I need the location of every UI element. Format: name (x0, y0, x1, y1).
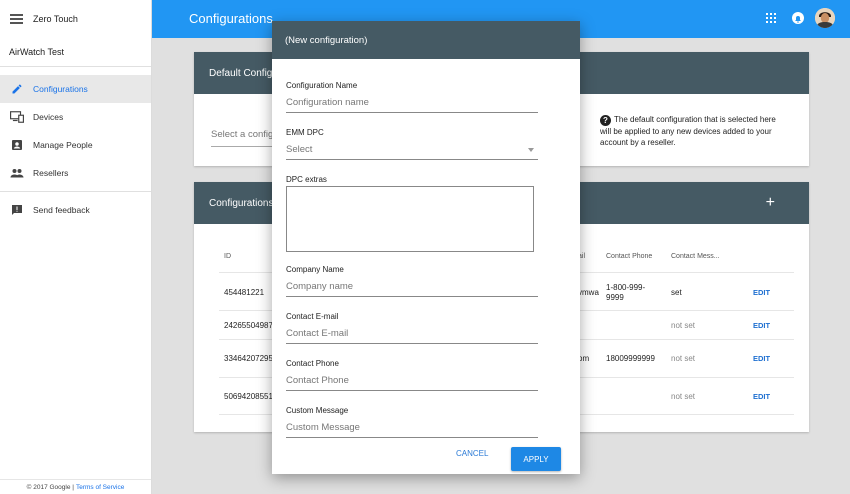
help-icon: ? (600, 115, 611, 126)
devices-icon (10, 110, 24, 124)
table-row-message: not set (671, 392, 696, 401)
default-configuration-help: ? The default configuration that is selec… (600, 114, 780, 148)
sidebar-item-label: Devices (33, 112, 64, 122)
send-feedback-link[interactable]: Send feedback (0, 196, 151, 224)
field-label: Custom Message (286, 406, 349, 415)
apply-button[interactable]: APPLY (511, 447, 561, 471)
table-row-phone: 18009999999 (606, 354, 655, 363)
field-label: DPC extras (286, 175, 327, 184)
dpc-extras-field: DPC extras (286, 175, 538, 184)
field-label: Configuration Name (286, 81, 358, 90)
help-text: The default configuration that is select… (600, 115, 776, 147)
sidebar-item-label: Resellers (33, 168, 69, 178)
sidebar-item-devices[interactable]: Devices (0, 103, 151, 131)
table-row-id: 454481221 (224, 288, 265, 297)
column-header-contact-message: Contact Mess... (671, 253, 720, 260)
field-label: Contact Phone (286, 359, 339, 368)
default-configuration-select[interactable]: Select a config (211, 129, 273, 140)
configuration-name-field: Configuration Name Configuration name (286, 81, 538, 113)
configuration-name-input[interactable]: Configuration name (286, 97, 538, 113)
edit-button[interactable]: EDIT (753, 321, 770, 330)
contact-icon (10, 138, 24, 152)
contact-email-input[interactable]: Contact E-mail (286, 328, 538, 344)
emm-dpc-field: EMM DPC Select (286, 128, 538, 160)
pencil-icon (10, 82, 24, 96)
table-row-message: not set (671, 354, 696, 363)
organization-name: AirWatch Test (0, 38, 151, 67)
sidebar-footer: © 2017 Google | Terms of Service (0, 479, 151, 494)
table-row-id: 242655049873 (224, 321, 278, 330)
sidebar-nav: Configurations Devices Manage People Res… (0, 75, 151, 224)
custom-message-field: Custom Message Custom Message (286, 406, 538, 438)
column-header-contact-phone: Contact Phone (606, 253, 653, 260)
dialog-title: (New configuration) (272, 21, 580, 59)
people-icon (10, 166, 24, 180)
edit-button[interactable]: EDIT (753, 392, 770, 401)
menu-icon[interactable] (10, 14, 23, 24)
custom-message-input[interactable]: Custom Message (286, 422, 538, 438)
sidebar-item-manage-people[interactable]: Manage People (0, 131, 151, 159)
company-name-field: Company Name Company name (286, 265, 538, 297)
notification-icon[interactable] (792, 12, 804, 24)
company-name-input[interactable]: Company name (286, 281, 538, 297)
table-row-message: not set (671, 321, 696, 330)
emm-dpc-select[interactable]: Select (286, 144, 538, 160)
edit-button[interactable]: EDIT (753, 288, 770, 297)
new-configuration-dialog: (New configuration) Configuration Name C… (272, 21, 580, 474)
column-header-id: ID (224, 253, 231, 260)
sidebar-divider (0, 191, 151, 192)
sidebar-header: Zero Touch (0, 0, 151, 38)
sidebar-item-label: Manage People (33, 140, 93, 150)
field-label: EMM DPC (286, 128, 324, 137)
table-row-email: vmwa (578, 288, 599, 297)
edit-button[interactable]: EDIT (753, 354, 770, 363)
feedback-icon (10, 203, 24, 217)
dpc-extras-textarea[interactable] (286, 186, 534, 252)
avatar[interactable] (815, 8, 835, 28)
table-row-phone: 1-800-999-9999 (606, 283, 646, 302)
send-feedback-label: Send feedback (33, 205, 90, 215)
sidebar-item-configurations[interactable]: Configurations (0, 75, 151, 103)
terms-of-service-link[interactable]: Terms of Service (76, 484, 124, 491)
field-label: Company Name (286, 265, 344, 274)
table-row-message: set (671, 288, 682, 297)
chevron-down-icon[interactable] (528, 148, 534, 152)
cancel-button[interactable]: CANCEL (456, 449, 488, 458)
contact-email-field: Contact E-mail Contact E-mail (286, 312, 538, 344)
sidebar-item-label: Configurations (33, 84, 88, 94)
sidebar-item-resellers[interactable]: Resellers (0, 159, 151, 187)
contact-phone-field: Contact Phone Contact Phone (286, 359, 538, 391)
table-row-id: 506942085510 (224, 392, 278, 401)
contact-phone-input[interactable]: Contact Phone (286, 375, 538, 391)
sidebar: Zero Touch AirWatch Test Configurations … (0, 0, 152, 494)
add-configuration-button[interactable]: + (766, 194, 775, 212)
table-row-id: 334642072950 (224, 354, 278, 363)
page-title: Configurations (189, 11, 273, 26)
field-label: Contact E-mail (286, 312, 339, 321)
copyright-text: © 2017 Google | (26, 483, 74, 491)
app-name: Zero Touch (33, 14, 78, 24)
apps-grid-icon[interactable] (766, 13, 776, 23)
